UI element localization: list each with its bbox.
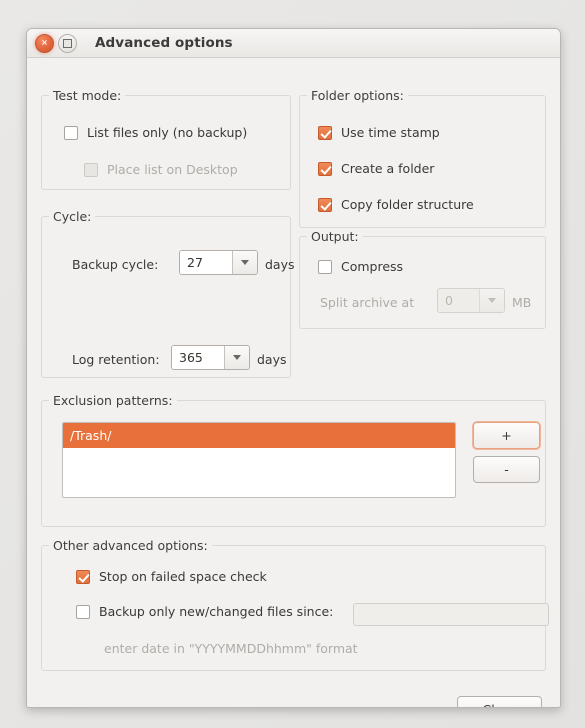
label-backup-cycle: Backup cycle:	[72, 257, 159, 272]
close-icon[interactable]: ×	[35, 33, 54, 53]
spinner-log-retention-value[interactable]: 365	[172, 346, 224, 369]
date-format-hint: enter date in "YYYYMMDDhhmm" format	[104, 641, 358, 656]
label-stop-on-failed-space-check: Stop on failed space check	[99, 569, 267, 584]
group-folder-options-legend: Folder options:	[307, 88, 408, 103]
remove-pattern-button[interactable]: -	[473, 456, 540, 483]
window-title: Advanced options	[95, 35, 233, 51]
group-output: Output: Compress Split archive at 0 MB	[299, 229, 546, 329]
checkbox-backup-only-new[interactable]	[76, 604, 90, 619]
group-other-advanced-options-legend: Other advanced options:	[49, 538, 212, 553]
group-exclusion-patterns-legend: Exclusion patterns:	[49, 393, 177, 408]
close-glyph: ×	[41, 38, 48, 47]
close-button[interactable]: Close	[457, 696, 542, 707]
maximize-icon[interactable]	[58, 33, 77, 53]
label-log-retention-unit: days	[257, 352, 287, 367]
group-cycle-legend: Cycle:	[49, 209, 96, 224]
checkbox-create-a-folder[interactable]	[318, 161, 332, 176]
spinner-log-retention[interactable]: 365	[171, 345, 250, 370]
spinner-split-archive: 0	[437, 288, 505, 313]
label-place-list-on-desktop: Place list on Desktop	[107, 162, 238, 177]
checkbox-row-create-a-folder[interactable]: Create a folder	[318, 161, 434, 176]
label-list-files-only: List files only (no backup)	[87, 125, 248, 140]
chevron-down-icon	[479, 289, 504, 312]
chevron-down-icon[interactable]	[224, 346, 249, 369]
title-bar: × Advanced options	[27, 29, 560, 58]
label-compress: Compress	[341, 259, 404, 274]
group-cycle: Cycle: Backup cycle: 27 days Log retenti…	[41, 209, 295, 378]
checkbox-row-compress[interactable]: Compress	[318, 259, 403, 274]
label-copy-folder-structure: Copy folder structure	[341, 197, 474, 212]
checkbox-row-copy-folder-structure[interactable]: Copy folder structure	[318, 197, 474, 212]
list-item[interactable]: /Trash/	[63, 423, 455, 448]
exclusion-patterns-list[interactable]: /Trash/	[62, 422, 456, 498]
spinner-split-archive-value: 0	[438, 289, 479, 312]
label-create-a-folder: Create a folder	[341, 161, 435, 176]
label-use-time-stamp: Use time stamp	[341, 125, 440, 140]
checkbox-row-list-files-only[interactable]: List files only (no backup)	[64, 125, 247, 140]
group-folder-options: Folder options: Use time stamp Create a …	[299, 88, 546, 228]
checkbox-stop-on-failed-space-check[interactable]	[76, 569, 90, 584]
checkbox-row-backup-only-new[interactable]: Backup only new/changed files since:	[76, 604, 333, 619]
label-backup-cycle-unit: days	[265, 257, 295, 272]
spinner-backup-cycle[interactable]: 27	[179, 250, 258, 275]
checkbox-use-time-stamp[interactable]	[318, 125, 332, 140]
label-split-archive-unit: MB	[512, 295, 532, 310]
checkbox-copy-folder-structure[interactable]	[318, 197, 332, 212]
checkbox-list-files-only[interactable]	[64, 125, 78, 140]
advanced-options-window: × Advanced options Test mode: List files…	[26, 28, 561, 708]
group-output-legend: Output:	[307, 229, 363, 244]
group-other-advanced-options: Other advanced options: Stop on failed s…	[41, 538, 549, 671]
dialog-body: Test mode: List files only (no backup) P…	[27, 58, 560, 707]
spinner-backup-cycle-value[interactable]: 27	[180, 251, 232, 274]
group-test-mode: Test mode: List files only (no backup) P…	[41, 88, 291, 190]
chevron-down-icon[interactable]	[232, 251, 257, 274]
group-exclusion-patterns: Exclusion patterns: /Trash/ + -	[41, 393, 546, 527]
maximize-square-glyph	[63, 38, 72, 48]
group-test-mode-legend: Test mode:	[49, 88, 126, 103]
label-split-archive-at: Split archive at	[320, 295, 415, 310]
date-input[interactable]	[353, 603, 549, 626]
label-log-retention: Log retention:	[72, 352, 160, 367]
label-backup-only-new: Backup only new/changed files since:	[99, 604, 334, 619]
checkbox-row-use-time-stamp[interactable]: Use time stamp	[318, 125, 440, 140]
add-pattern-button[interactable]: +	[473, 422, 540, 449]
checkbox-place-list-on-desktop	[84, 162, 98, 177]
checkbox-row-stop-on-failed-space-check[interactable]: Stop on failed space check	[76, 569, 267, 584]
checkbox-compress[interactable]	[318, 259, 332, 274]
checkbox-row-place-list-on-desktop: Place list on Desktop	[84, 162, 238, 177]
